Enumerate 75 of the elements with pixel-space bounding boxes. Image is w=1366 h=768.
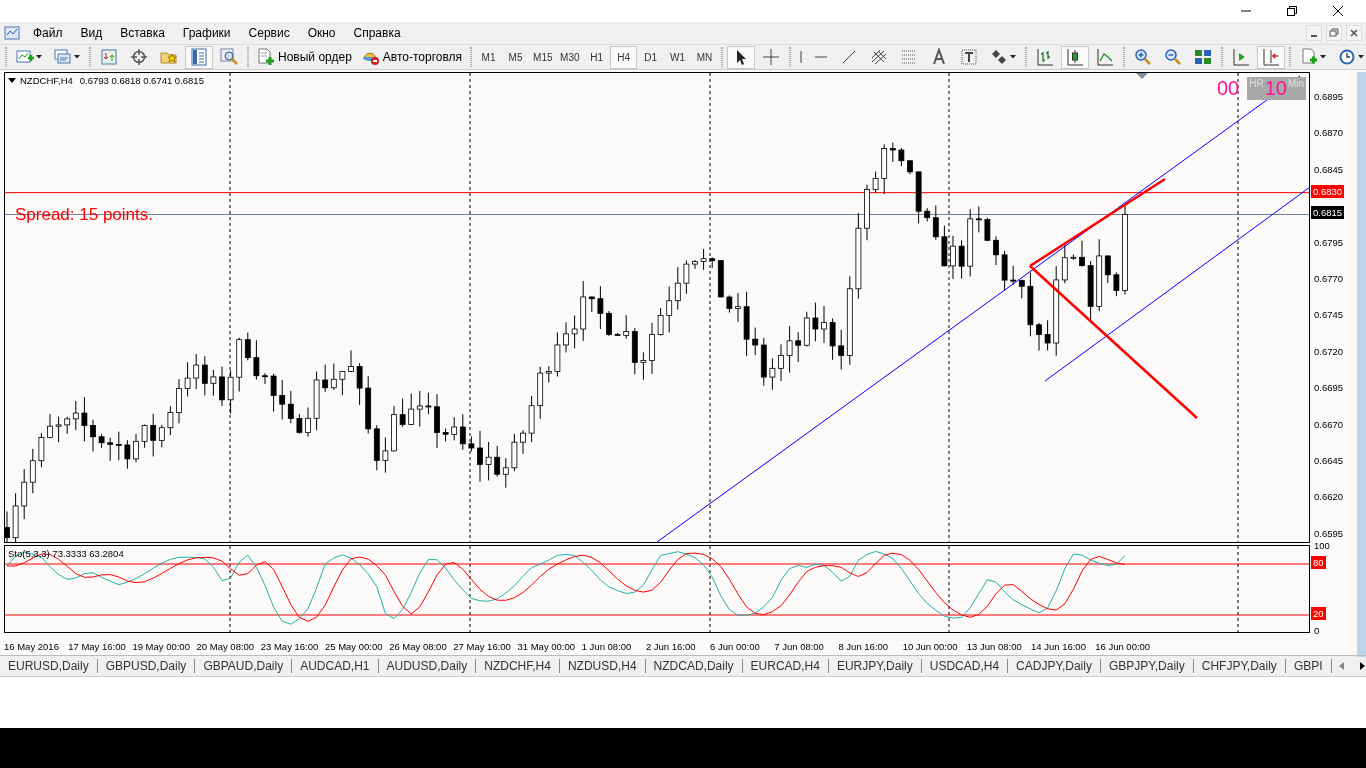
hours-unit: HR	[1249, 77, 1264, 91]
price-tick: 0.6870	[1314, 126, 1344, 140]
price-tick: 0.6620	[1314, 490, 1344, 504]
ohlc-values: 0.6793 0.6818 0.6741 0.6815	[79, 75, 204, 86]
price-tick: 0.6720	[1314, 344, 1344, 358]
time-tick: 6 Jun 00:00	[710, 640, 761, 652]
level-tick: 20	[1311, 607, 1326, 620]
price-tick: 0.6645	[1314, 454, 1344, 467]
level-tick: 100	[1314, 539, 1330, 552]
menu-item[interactable]: Файл	[24, 24, 72, 42]
hours-value: 00	[1217, 77, 1240, 99]
chart-tab[interactable]: NZDCHF,H4	[476, 659, 560, 673]
price-tick: 0.6670	[1314, 417, 1344, 431]
time-tick: 14 Jun 16:00	[1031, 640, 1087, 652]
level-tick: 0	[1314, 624, 1320, 637]
time-tick: 2 Jun 16:00	[645, 640, 697, 652]
time-tick: 20 May 08:00	[196, 640, 256, 652]
chart-tab[interactable]: AUDCAD,H1	[292, 659, 379, 673]
timeframe-button[interactable]: H1	[583, 45, 611, 69]
chart-tab[interactable]: GBPJPY,Daily	[1100, 659, 1194, 673]
chart-tab[interactable]: CADJPY,Daily	[1008, 659, 1101, 673]
timeframe-button[interactable]: M5	[502, 45, 530, 69]
time-tick: 10 Jun 00:00	[902, 640, 959, 652]
time-tick: 13 Jun 08:00	[966, 640, 1023, 652]
chart-tab[interactable]: EURCAD,H4	[742, 659, 829, 673]
chart-tab[interactable]: GBPI	[1285, 659, 1332, 673]
time-tick: 31 May 00:00	[517, 640, 577, 652]
timeframe-button[interactable]: MN	[691, 45, 719, 69]
symbol-label: NZDCHF,H4	[20, 75, 73, 86]
chart-tab[interactable]: NZDUSD,H4	[559, 659, 646, 673]
chart-tab[interactable]: AUDUSD,Daily	[378, 659, 477, 673]
menu-item[interactable]: Справка	[344, 24, 410, 42]
time-tick: 8 Jun 16:00	[838, 640, 890, 652]
price-tick: 0.6745	[1314, 308, 1344, 322]
time-tick: 19 May 00:00	[132, 640, 191, 652]
level-tick: 80	[1311, 556, 1326, 569]
menu-item[interactable]: Вид	[71, 24, 112, 42]
timeframe-button[interactable]: W1	[664, 45, 692, 69]
time-tick: 26 May 08:00	[389, 640, 448, 652]
timeframe-button[interactable]: M15	[529, 45, 557, 69]
price-tick: 0.6845	[1314, 162, 1344, 176]
chart-tab[interactable]: EURUSD,Daily	[0, 659, 98, 673]
ask-price-label: 0.6830	[1311, 184, 1345, 198]
minutes-value: 10	[1264, 77, 1287, 99]
chart-tab[interactable]: GBPUSD,Daily	[97, 659, 196, 673]
timeframe-button[interactable]: H4	[610, 45, 638, 69]
menu-item[interactable]: Графики	[173, 24, 240, 42]
price-tick: 0.6895	[1314, 90, 1344, 103]
minutes-unit: Min	[1287, 77, 1305, 91]
price-tick: 0.6595	[1314, 526, 1344, 540]
auto-trading-button[interactable]: Авто-торговля	[356, 45, 468, 69]
time-tick: 16 Jun 00:00	[1095, 640, 1152, 652]
time-tick: 7 Jun 08:00	[774, 640, 825, 652]
menu-item[interactable]: Сервис	[239, 24, 299, 42]
chart-tab[interactable]: GBPAUD,Daily	[195, 659, 293, 673]
time-tick: 25 May 00:00	[324, 640, 384, 652]
price-tick: 0.6795	[1314, 235, 1344, 249]
timeframe-button[interactable]: D1	[637, 45, 665, 69]
chart-tab[interactable]: NZDCAD,Daily	[645, 659, 743, 673]
menu-item[interactable]: Вставка	[111, 24, 174, 42]
bid-price-label: 0.6815	[1311, 206, 1345, 220]
timeframe-button[interactable]: M1	[475, 45, 503, 69]
chart-tab[interactable]: EURJPY,Daily	[828, 659, 922, 673]
new-order-button[interactable]: Новый ордер	[252, 45, 357, 69]
time-tick: 23 May 16:00	[260, 640, 320, 652]
time-tick: 16 May 2016	[4, 640, 60, 652]
time-tick: 17 May 16:00	[68, 640, 127, 652]
chart-tab[interactable]: CHFJPY,Daily	[1193, 659, 1286, 673]
time-tick: 1 Jun 08:00	[581, 640, 633, 652]
time-tick: 27 May 16:00	[453, 640, 512, 652]
menu-item[interactable]: Окно	[298, 24, 345, 42]
chart-tab[interactable]: USDCAD,H4	[921, 659, 1009, 673]
price-tick: 0.6695	[1314, 381, 1344, 395]
price-tick: 0.6770	[1314, 272, 1344, 285]
timeframe-button[interactable]: M30	[556, 45, 584, 69]
